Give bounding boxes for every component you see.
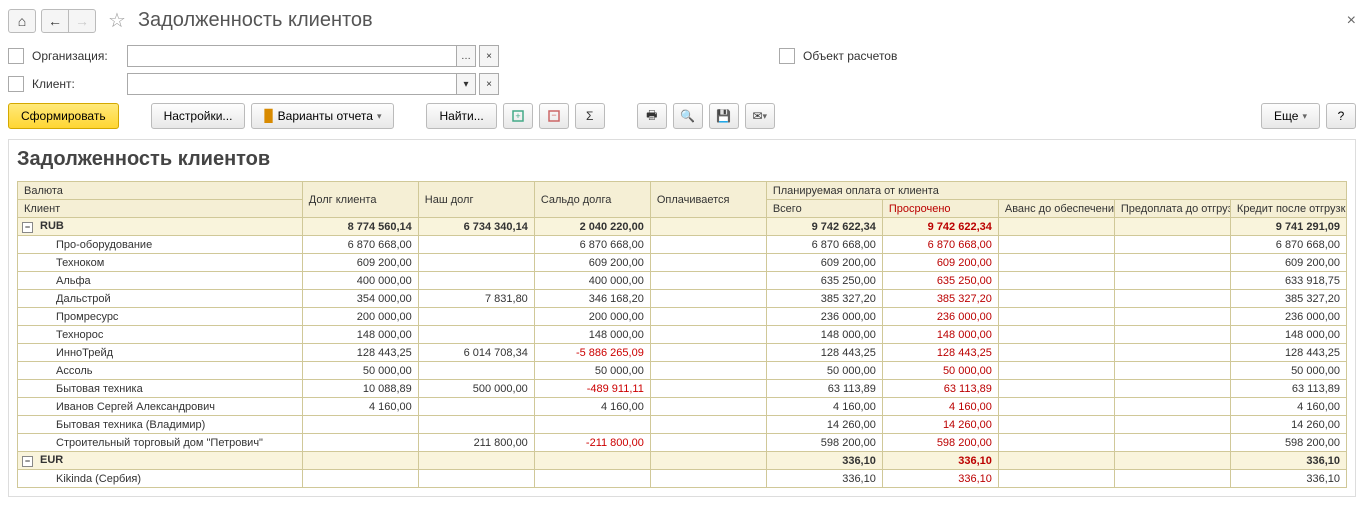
th-client: Клиент (18, 200, 303, 218)
client-row[interactable]: Иванов Сергей Александрович4 160,004 160… (18, 398, 1347, 416)
client-row[interactable]: Бытовая техника10 088,89500 000,00-489 9… (18, 380, 1347, 398)
th-our-debt: Наш долг (418, 182, 534, 218)
home-button[interactable]: ⌂ (8, 9, 36, 33)
save-icon[interactable]: 💾 (709, 103, 739, 129)
th-credit: Кредит после отгрузки (1230, 200, 1346, 218)
report-area: Задолженность клиентов Валюта Долг клиен… (8, 139, 1356, 497)
find-button[interactable]: Найти... (426, 103, 496, 129)
th-currency: Валюта (18, 182, 303, 200)
org-select-button[interactable]: … (456, 45, 476, 67)
expand-icon[interactable]: + (503, 103, 533, 129)
svg-text:−: − (551, 110, 556, 120)
th-paying: Оплачивается (650, 182, 766, 218)
org-input[interactable] (127, 45, 457, 67)
help-button[interactable]: ? (1326, 103, 1356, 129)
client-row[interactable]: Kikinda (Сербия)336,10336,10336,10 (18, 470, 1347, 488)
th-prepay: Предоплата до отгрузки (1114, 200, 1230, 218)
close-button[interactable]: × (1347, 12, 1356, 30)
toolbar: Сформировать Настройки... ▉Варианты отче… (8, 103, 1356, 129)
favorite-icon[interactable]: ☆ (108, 8, 126, 33)
calc-object-label: Объект расчетов (803, 49, 897, 63)
print-icon[interactable]: 🖶 (637, 103, 667, 129)
group-row[interactable]: −EUR336,10336,10336,10 (18, 452, 1347, 470)
forward-button[interactable]: → (68, 9, 96, 33)
client-row[interactable]: Технорос148 000,00148 000,00148 000,0014… (18, 326, 1347, 344)
client-row[interactable]: Бытовая техника (Владимир)14 260,0014 26… (18, 416, 1347, 434)
report-title: Задолженность клиентов (17, 148, 1347, 171)
variants-button[interactable]: ▉Варианты отчета (251, 103, 394, 129)
svg-text:+: + (515, 111, 520, 121)
report-table: Валюта Долг клиента Наш долг Сальдо долг… (17, 181, 1347, 488)
group-row[interactable]: −RUB8 774 560,146 734 340,142 040 220,00… (18, 218, 1347, 236)
more-button[interactable]: Еще (1261, 103, 1320, 129)
th-debt-client: Долг клиента (302, 182, 418, 218)
client-input[interactable] (127, 73, 457, 95)
client-clear-button[interactable]: × (479, 73, 499, 95)
org-checkbox[interactable] (8, 48, 24, 64)
th-balance: Сальдо долга (534, 182, 650, 218)
generate-button[interactable]: Сформировать (8, 103, 119, 129)
calc-object-checkbox[interactable] (779, 48, 795, 64)
org-label: Организация: (32, 49, 127, 63)
th-overdue: Просрочено (882, 200, 998, 218)
client-row[interactable]: Альфа400 000,00400 000,00635 250,00635 2… (18, 272, 1347, 290)
collapse-icon[interactable]: − (539, 103, 569, 129)
client-row[interactable]: Техноком609 200,00609 200,00609 200,0060… (18, 254, 1347, 272)
client-row[interactable]: Промресурс200 000,00200 000,00236 000,00… (18, 308, 1347, 326)
nav-bar: ⌂ ← → ☆ Задолженность клиентов × (8, 8, 1356, 33)
client-row[interactable]: Ассоль50 000,0050 000,0050 000,0050 000,… (18, 362, 1347, 380)
filters-panel: Организация: … × Объект расчетов Клиент:… (8, 45, 1356, 95)
sum-icon[interactable]: Σ (575, 103, 605, 129)
preview-icon[interactable]: 🔍 (673, 103, 703, 129)
client-label: Клиент: (32, 77, 127, 91)
client-checkbox[interactable] (8, 76, 24, 92)
th-total: Всего (766, 200, 882, 218)
org-clear-button[interactable]: × (479, 45, 499, 67)
email-icon[interactable]: ✉ (745, 103, 775, 129)
settings-button[interactable]: Настройки... (151, 103, 246, 129)
client-dropdown-button[interactable]: ▾ (456, 73, 476, 95)
page-title: Задолженность клиентов (138, 9, 373, 32)
th-advance: Аванс до обеспечения (998, 200, 1114, 218)
client-row[interactable]: Дальстрой354 000,007 831,80346 168,20385… (18, 290, 1347, 308)
client-row[interactable]: Строительный торговый дом "Петрович"211 … (18, 434, 1347, 452)
collapse-toggle[interactable]: − (22, 222, 33, 233)
collapse-toggle[interactable]: − (22, 456, 33, 467)
client-row[interactable]: Про-оборудование6 870 668,006 870 668,00… (18, 236, 1347, 254)
back-button[interactable]: ← (41, 9, 69, 33)
th-plan-group: Планируемая оплата от клиента (766, 182, 1346, 200)
client-row[interactable]: ИнноТрейд128 443,256 014 708,34-5 886 26… (18, 344, 1347, 362)
